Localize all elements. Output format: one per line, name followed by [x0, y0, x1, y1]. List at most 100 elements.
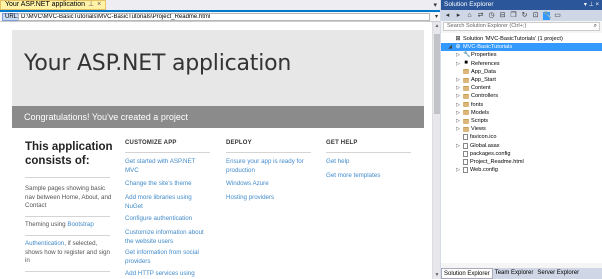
- link-change-theme[interactable]: Change the site's theme: [125, 180, 207, 189]
- tree-node[interactable]: ▷ 🔧 Properties: [455, 51, 497, 59]
- congrats-banner: Congratulations! You've created a projec…: [12, 106, 424, 128]
- expander-icon[interactable]: ▷: [455, 109, 461, 117]
- file-icon: [463, 134, 468, 141]
- tree-node-label: Content: [471, 85, 491, 92]
- expander-icon[interactable]: ▷: [455, 84, 461, 92]
- url-bar: URL: D:\MVC\MVC-BasicTutorials\MVC-Basic…: [0, 12, 440, 22]
- expander-icon[interactable]: ▷: [455, 60, 461, 68]
- document-tab-strip: Your ASP.NET application ⊥ × ▾: [0, 0, 440, 12]
- divider: [125, 152, 210, 153]
- scroll-thumb[interactable]: [434, 34, 440, 114]
- tab-server-explorer[interactable]: Server Explorer: [535, 268, 581, 279]
- tab-dropdown-icon[interactable]: ▾: [433, 1, 437, 9]
- expander-icon[interactable]: ▷: [455, 92, 461, 100]
- ide-window: Your ASP.NET application ⊥ × ▾ URL: D:\M…: [0, 0, 602, 279]
- tree-node[interactable]: Project_Readme.html: [455, 158, 524, 166]
- tree-node[interactable]: ▷ fonts: [455, 101, 483, 109]
- link-social-providers[interactable]: Get information from social providers: [125, 249, 207, 266]
- view-code-icon[interactable]: ⊡: [532, 12, 539, 20]
- tree-node-label: favicon.ico: [470, 134, 497, 141]
- expander-icon[interactable]: ▷: [455, 76, 461, 84]
- tree-node-label: Global.asax: [470, 142, 500, 149]
- folder-icon: [463, 118, 469, 124]
- tree-node[interactable]: ⊞ Solution 'MVC-BasicTutorials' (1 projec…: [447, 35, 563, 43]
- link-http-services[interactable]: Add HTTP services using: [125, 270, 207, 279]
- sync-icon[interactable]: ⇄: [477, 12, 484, 20]
- pin-icon[interactable]: ⊥: [88, 0, 94, 10]
- expander-icon[interactable]: ▷: [455, 51, 461, 59]
- file-icon: [463, 142, 468, 149]
- expander-icon[interactable]: ▷: [455, 142, 461, 150]
- tree-node[interactable]: packages.config: [455, 150, 510, 158]
- html-page: Your ASP.NET application Congratulations…: [0, 22, 432, 279]
- link-get-started[interactable]: Get started with ASP.NET MVC: [125, 158, 207, 175]
- tree-node[interactable]: ▷ App_Start: [455, 76, 496, 84]
- history-icon[interactable]: ◷: [488, 12, 495, 20]
- expander-icon[interactable]: ▷: [455, 125, 461, 133]
- link-get-help[interactable]: Get help: [326, 158, 408, 167]
- tree-node[interactable]: ▷ ■ References: [455, 60, 500, 68]
- folder-icon: [463, 69, 469, 75]
- collapse-icon[interactable]: ⊟: [499, 12, 506, 20]
- close-icon[interactable]: ×: [97, 0, 101, 10]
- divider: [326, 152, 411, 153]
- refresh-icon[interactable]: ↻: [521, 12, 528, 20]
- tab-team-explorer[interactable]: Team Explorer: [493, 268, 536, 279]
- left-item-theming: Theming using Bootstrap: [25, 221, 113, 230]
- tree-node[interactable]: ▷ Scripts: [455, 117, 488, 125]
- divider: [25, 216, 110, 217]
- link-windows-azure[interactable]: Windows Azure: [226, 180, 308, 189]
- expander-icon[interactable]: ▷: [455, 101, 461, 109]
- scroll-down-icon[interactable]: ▼: [433, 271, 441, 279]
- file-icon: [463, 167, 468, 174]
- tree-node-label: Project_Readme.html: [470, 159, 524, 165]
- tree-node[interactable]: ▷ Controllers: [455, 92, 498, 100]
- tree-node[interactable]: ▷ Web.config: [455, 166, 498, 174]
- tree-node[interactable]: ▷ Content: [455, 84, 491, 92]
- scroll-up-icon[interactable]: ▲: [433, 22, 441, 30]
- tree-node-label: Solution 'MVC-BasicTutorials' (1 project…: [463, 36, 563, 42]
- tree-node[interactable]: ◢ ⊕ MVC-BasicTutorials: [441, 43, 602, 52]
- explorer-search-input[interactable]: Search Solution Explorer (Ctrl+;) ⌕: [443, 22, 600, 31]
- explorer-title: Solution Explorer: [444, 1, 494, 8]
- link-nuget[interactable]: Add more libraries using NuGet: [125, 194, 207, 211]
- expander-icon[interactable]: ▷: [455, 117, 461, 125]
- tree-node-label: Scripts: [471, 118, 489, 124]
- show-all-files-icon[interactable]: ❐: [510, 12, 517, 20]
- home-icon[interactable]: ⌂: [466, 12, 473, 20]
- link-customize-users[interactable]: Customize information about the website …: [125, 229, 207, 246]
- tree-node[interactable]: ▷ Models: [455, 109, 489, 117]
- file-icon: [463, 150, 468, 157]
- link-configure-auth[interactable]: Configure authentication: [125, 215, 207, 224]
- search-icon[interactable]: ⌕: [594, 23, 597, 30]
- expander-icon[interactable]: ▷: [455, 166, 461, 174]
- link-production[interactable]: Ensure your app is ready for production: [226, 158, 308, 175]
- tree-node-label: fonts: [471, 101, 484, 108]
- url-input[interactable]: D:\MVC\MVC-BasicTutorials\MVC-BasicTutor…: [18, 13, 430, 21]
- url-dropdown-icon[interactable]: ▾: [435, 13, 438, 20]
- tab-solution-explorer[interactable]: Solution Explorer: [441, 268, 493, 279]
- explorer-window-controls[interactable]: ▾ ⊥ ×: [584, 0, 599, 10]
- help-heading: GET HELP: [326, 140, 358, 146]
- authentication-link[interactable]: Authentication: [25, 240, 64, 247]
- properties-icon[interactable]: 🔧: [543, 11, 552, 20]
- link-more-templates[interactable]: Get more templates: [326, 172, 408, 181]
- tree-node[interactable]: ▷ Global.asax: [455, 142, 500, 150]
- wrench-icon: 🔧: [463, 51, 471, 58]
- tree-node[interactable]: App_Data: [455, 68, 496, 76]
- project-icon: ⊕: [455, 43, 461, 50]
- tree-node[interactable]: favicon.ico: [455, 133, 496, 141]
- bootstrap-link[interactable]: Bootstrap: [67, 221, 93, 228]
- link-hosting-providers[interactable]: Hosting providers: [226, 194, 308, 203]
- folder-icon: [463, 85, 469, 91]
- forward-icon[interactable]: ▸: [455, 12, 462, 20]
- page-scrollbar[interactable]: ▲ ▼: [432, 22, 440, 279]
- page-heading: Your ASP.NET application: [24, 51, 292, 76]
- tree-node[interactable]: ▷ Views: [455, 125, 486, 133]
- tree-node-label: Properties: [471, 52, 497, 59]
- back-icon[interactable]: ◂: [444, 12, 451, 20]
- expander-icon[interactable]: ◢: [447, 43, 453, 51]
- folder-icon: [463, 126, 469, 132]
- preview-icon[interactable]: ▭: [554, 12, 561, 20]
- document-tab[interactable]: Your ASP.NET application ⊥ ×: [0, 0, 107, 10]
